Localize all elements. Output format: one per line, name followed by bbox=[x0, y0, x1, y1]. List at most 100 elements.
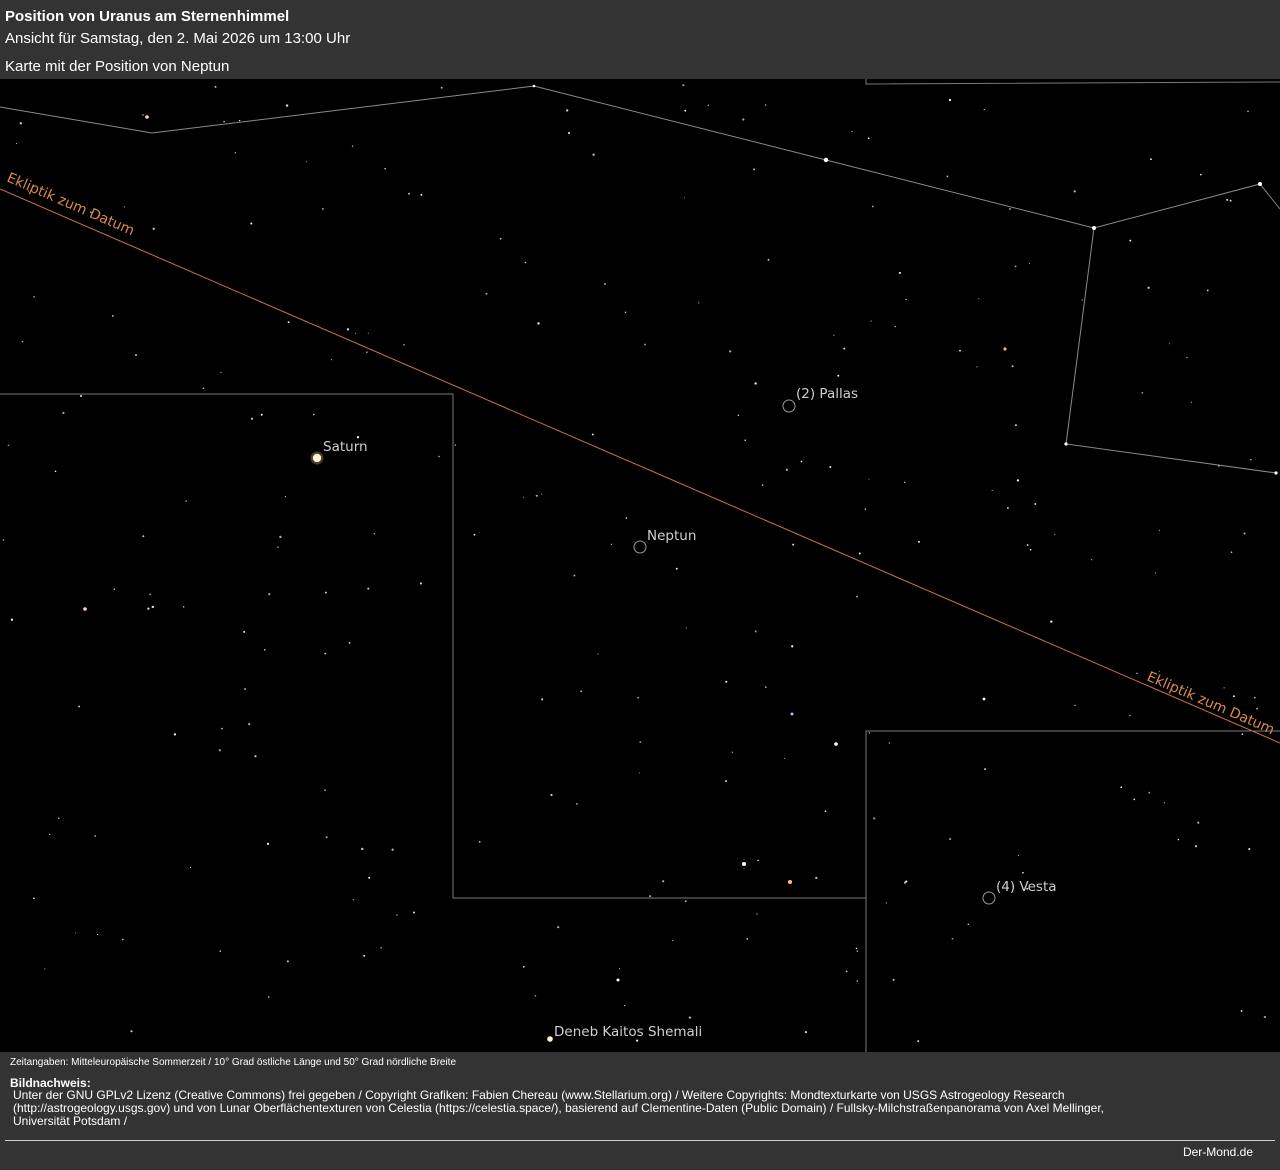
star bbox=[384, 167, 386, 170]
star bbox=[557, 926, 560, 929]
star bbox=[440, 86, 443, 89]
star bbox=[592, 153, 595, 156]
star bbox=[10, 618, 14, 621]
star bbox=[1248, 848, 1251, 850]
star bbox=[948, 98, 952, 102]
star bbox=[522, 965, 525, 968]
star bbox=[366, 351, 368, 353]
star bbox=[124, 206, 126, 208]
star bbox=[285, 104, 289, 107]
star bbox=[54, 470, 57, 473]
star bbox=[1158, 529, 1160, 531]
star bbox=[284, 495, 287, 498]
star bbox=[263, 649, 266, 651]
star bbox=[268, 593, 271, 596]
star bbox=[856, 595, 858, 598]
star bbox=[286, 960, 289, 963]
star bbox=[843, 347, 846, 350]
star bbox=[1054, 533, 1056, 535]
saturn-planet bbox=[312, 453, 322, 463]
star bbox=[1029, 548, 1032, 551]
star bbox=[260, 413, 263, 416]
star bbox=[356, 436, 360, 439]
star bbox=[767, 258, 770, 261]
star bbox=[287, 321, 290, 324]
star bbox=[591, 433, 594, 436]
star bbox=[324, 652, 327, 655]
star bbox=[637, 696, 640, 699]
star bbox=[851, 130, 853, 133]
star bbox=[354, 332, 356, 334]
star bbox=[834, 742, 838, 746]
star bbox=[580, 690, 583, 693]
star bbox=[984, 768, 986, 771]
star bbox=[1186, 356, 1188, 359]
star bbox=[279, 535, 282, 539]
star bbox=[731, 751, 733, 753]
star bbox=[1190, 401, 1192, 403]
star bbox=[1168, 343, 1170, 345]
star bbox=[573, 574, 576, 577]
star bbox=[368, 876, 371, 879]
neptun-label: Neptun bbox=[647, 528, 696, 544]
star bbox=[1011, 365, 1014, 368]
star bbox=[1074, 704, 1076, 707]
star bbox=[982, 697, 986, 701]
star bbox=[243, 630, 246, 633]
star bbox=[478, 841, 481, 843]
star bbox=[833, 334, 835, 336]
star bbox=[218, 749, 221, 752]
star bbox=[868, 478, 870, 480]
timezone-note: Zeitangaben: Mitteleuropäische Sommerzei… bbox=[10, 1057, 457, 1068]
star bbox=[1197, 821, 1200, 824]
star bbox=[250, 222, 253, 225]
vesta-label: (4) Vesta bbox=[996, 879, 1057, 895]
star bbox=[94, 835, 97, 837]
star bbox=[15, 142, 18, 145]
star bbox=[1014, 265, 1017, 268]
star bbox=[351, 145, 354, 147]
star bbox=[367, 332, 369, 334]
star bbox=[1150, 158, 1152, 161]
star bbox=[785, 468, 788, 471]
star bbox=[221, 727, 223, 730]
star bbox=[363, 954, 366, 957]
star bbox=[1022, 871, 1024, 874]
star bbox=[1073, 190, 1076, 193]
star bbox=[83, 607, 87, 611]
star bbox=[1133, 798, 1136, 801]
star bbox=[277, 546, 279, 548]
star bbox=[871, 205, 874, 208]
neptune-map-caption: Karte mit der Position von Neptun bbox=[5, 58, 230, 75]
star bbox=[408, 192, 410, 195]
star bbox=[1274, 471, 1278, 475]
star bbox=[1163, 802, 1165, 804]
star bbox=[7, 444, 10, 447]
star bbox=[662, 880, 665, 883]
star bbox=[1177, 838, 1180, 841]
star bbox=[1006, 507, 1009, 509]
star bbox=[788, 880, 792, 884]
star bbox=[540, 493, 543, 495]
star bbox=[757, 859, 760, 862]
star bbox=[1154, 572, 1157, 574]
star bbox=[1081, 299, 1083, 301]
sky-chart-svg: Ekliptik zum Datum Ekliptik zum Datum Sa… bbox=[0, 79, 1280, 1052]
star bbox=[804, 1031, 807, 1034]
star bbox=[33, 295, 35, 298]
star bbox=[1050, 620, 1053, 623]
star bbox=[1029, 262, 1031, 264]
star bbox=[524, 261, 527, 264]
star bbox=[756, 913, 758, 915]
star bbox=[892, 978, 895, 981]
star bbox=[951, 937, 954, 940]
star bbox=[321, 207, 324, 210]
star bbox=[725, 780, 727, 782]
star bbox=[1158, 670, 1160, 672]
star bbox=[219, 950, 221, 952]
star bbox=[1223, 687, 1225, 689]
star bbox=[856, 980, 858, 982]
page-title: Position von Uranus am Sternenhimmel bbox=[5, 8, 290, 25]
star bbox=[1147, 286, 1150, 289]
star bbox=[182, 606, 185, 608]
